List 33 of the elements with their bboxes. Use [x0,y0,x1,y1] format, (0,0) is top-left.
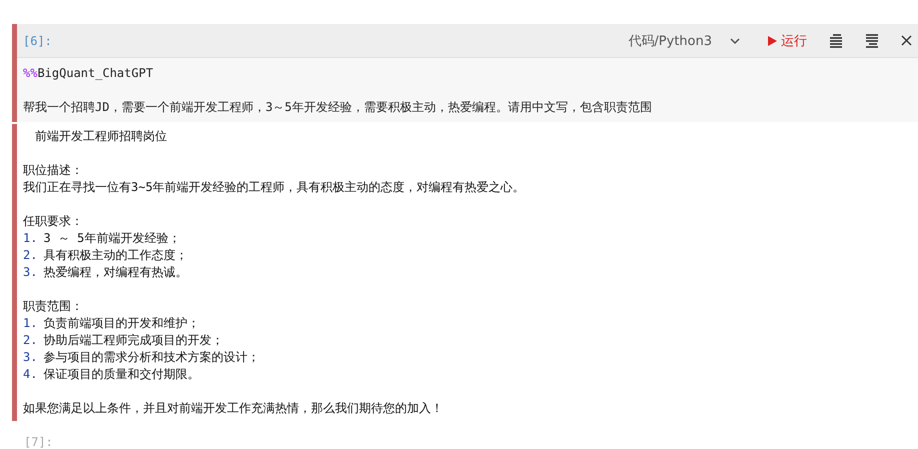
list-number: 2. [23,333,38,347]
list-number: 4. [23,367,38,381]
section-heading: 职责范围： [23,298,84,315]
code-input[interactable]: %%BigQuant_ChatGPT 帮我一个招聘JD，需要一个前端开发工程师，3～5年开发经验，需要积极主动，热爱编程。请用中文写，包含职责范围 [17,58,918,122]
output-line: 3 ～ 5年前端开发经验； [43,231,180,245]
list-number: 1. [23,231,38,245]
section-heading: 任职要求： [23,213,84,230]
list-number: 3. [23,350,38,364]
magic-command: BigQuant_ChatGPT [37,66,154,80]
output-line: 热爱编程，对编程有热诚。 [43,265,188,279]
output-line: 我们正在寻找一位有3~5年前端开发经验的工程师，具有积极主动的态度，对编程有热爱之心。 [23,180,525,194]
magic-prefix: %% [23,66,38,80]
list-number: 3. [23,265,38,279]
cell-prompt: [6]: [23,34,52,48]
closing-text: 如果您满足以上条件，并且对前端开发工作充满热情，那么我们期待您的加入！ [23,400,444,417]
list-number: 1. [23,316,38,330]
chevron-down-icon[interactable] [730,36,740,44]
output-title: 前端开发工程师招聘岗位 [34,128,168,145]
output-line: 具有积极主动的工作态度； [43,248,188,262]
list-number: 2. [23,248,38,262]
close-icon[interactable] [901,35,912,46]
output-line: 负责前端项目的开发和维护； [43,316,200,330]
output-line: 协助后端工程师完成项目的开发； [43,333,224,347]
cell-prompt: [7]: [24,435,53,449]
kernel-label: 代码/Python3 [628,32,712,50]
prompt-text: 帮我一个招聘JD，需要一个前端开发工程师，3～5年开发经验，需要积极主动，热爱编程。请用中文写，包含职责范围 [23,99,653,116]
align-bottom-icon[interactable] [865,34,879,48]
output-line: 保证项目的质量和交付期限。 [43,367,200,381]
run-button[interactable]: 运行 [768,32,807,50]
output-line: 参与项目的需求分析和技术方案的设计； [43,350,260,364]
play-icon [768,36,777,46]
section-heading: 职位描述： [23,162,84,179]
align-top-icon[interactable] [829,34,843,48]
